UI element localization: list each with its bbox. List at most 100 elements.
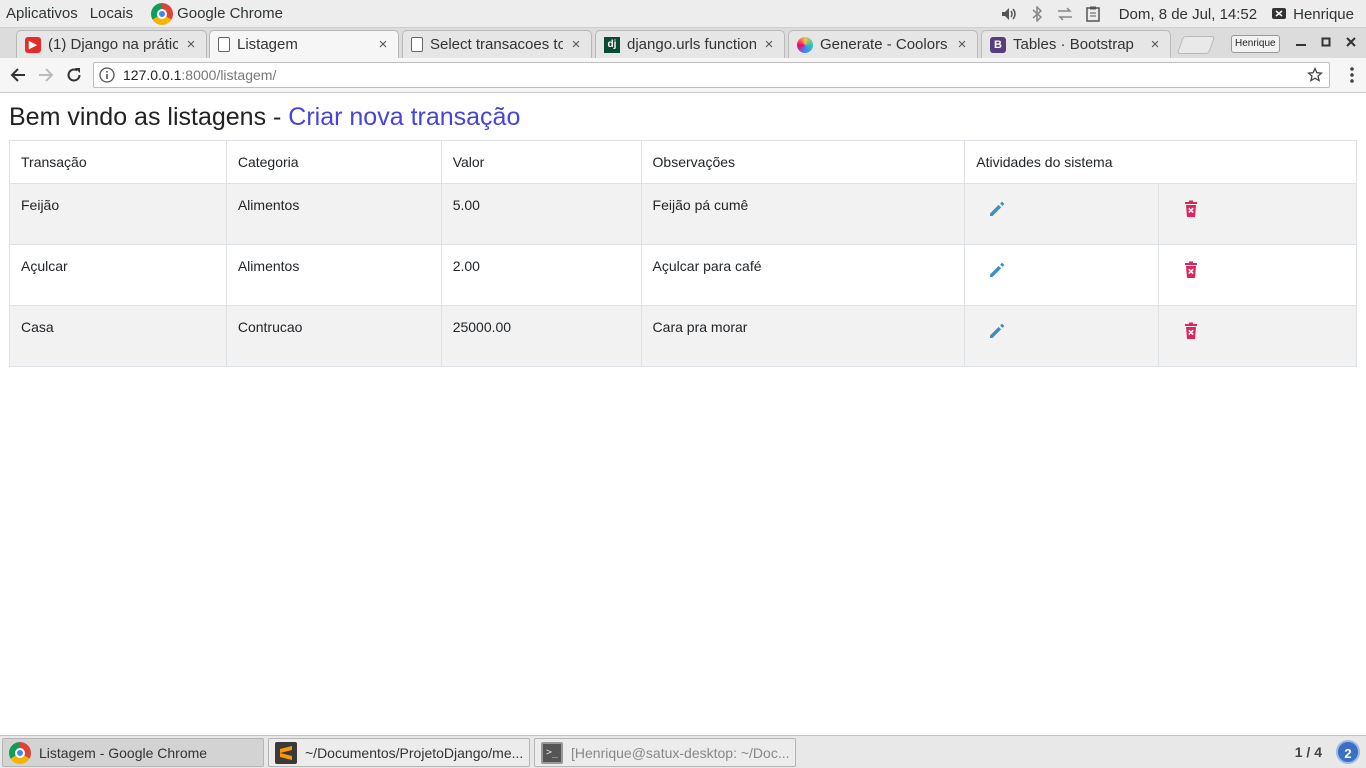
page-title-text: Bem vindo as listagens - (9, 103, 289, 131)
trash-icon[interactable] (1181, 199, 1201, 219)
tab-title: Tables · Bootstrap (1013, 36, 1134, 53)
youtube-icon: ▶ (25, 36, 41, 53)
table-row: Feijão Alimentos 5.00 Feijão pá cumê (9, 183, 1357, 245)
taskbar-item-sublime[interactable]: ~/Documentos/ProjetoDjango/me... (268, 738, 530, 767)
browser-toolbar: 127.0.0.1:8000/listagem/ (0, 58, 1366, 93)
taskbar-item-label: ~/Documentos/ProjetoDjango/me... (305, 744, 524, 761)
tab-youtube[interactable]: ▶ (1) Django na prátic × (16, 30, 207, 58)
cell-categoria: Alimentos (225, 244, 442, 306)
column-header-categoria: Categoria (225, 140, 442, 184)
url-host: 127.0.0.1 (123, 67, 182, 83)
tab-title: Generate - Coolors.c (820, 36, 949, 53)
pencil-icon[interactable] (987, 260, 1007, 280)
terminal-icon: >_ (541, 741, 563, 764)
cell-transacao: Açulcar (9, 244, 227, 306)
cell-edit (964, 305, 1160, 367)
page-content: Bem vindo as listagens - Criar nova tran… (0, 94, 1366, 735)
cell-transacao: Casa (9, 305, 227, 367)
cell-transacao: Feijão (9, 183, 227, 245)
volume-icon[interactable] (999, 6, 1019, 22)
url-path: :8000/listagem/ (181, 67, 277, 83)
tab-close-icon[interactable]: × (376, 36, 390, 53)
taskbar-item-label: Listagem - Google Chrome (39, 744, 208, 761)
tab-django-urls[interactable]: dj django.urls functions × (595, 30, 785, 58)
profile-chip[interactable]: Henrique (1231, 35, 1280, 53)
app-menu-label: Google Chrome (177, 5, 283, 22)
top-panel: Aplicativos Locais Google Chrome Dom, 8 … (0, 0, 1366, 28)
tab-close-icon[interactable]: × (184, 36, 198, 53)
cell-valor: 2.00 (440, 244, 642, 306)
column-header-valor: Valor (440, 140, 642, 184)
applications-menu[interactable]: Aplicativos (0, 0, 84, 28)
window-close-icon[interactable] (1342, 33, 1360, 51)
bootstrap-icon: B (990, 36, 1006, 53)
user-status-icon (1272, 8, 1287, 19)
workspace-indicator[interactable]: 1 / 4 (1295, 744, 1322, 760)
cell-categoria: Contrucao (225, 305, 442, 367)
tab-coolors[interactable]: Generate - Coolors.c × (788, 30, 978, 58)
app-menu[interactable]: Google Chrome (139, 0, 283, 28)
tab-title: Select transacoes to (430, 36, 563, 53)
cell-observacoes: Cara pra morar (640, 305, 966, 367)
clock[interactable]: Dom, 8 de Jul, 14:52 (1119, 6, 1257, 23)
tab-listagem[interactable]: Listagem × (209, 30, 399, 58)
tab-title: (1) Django na prátic (48, 36, 178, 53)
clipboard-icon[interactable] (1083, 6, 1103, 22)
pencil-icon[interactable] (987, 199, 1007, 219)
forward-arrow-icon[interactable] (34, 63, 58, 87)
tab-title: django.urls functions (627, 36, 756, 53)
cell-delete (1158, 305, 1357, 367)
cell-delete (1158, 183, 1357, 245)
pencil-icon[interactable] (987, 321, 1007, 341)
column-header-transacao: Transação (9, 140, 227, 184)
minimize-icon[interactable] (1292, 33, 1310, 51)
menu-kebab-icon[interactable] (1350, 67, 1354, 83)
info-icon[interactable] (99, 67, 115, 83)
table-header-row: Transação Categoria Valor Observações At… (9, 140, 1357, 184)
reload-icon[interactable] (62, 63, 86, 87)
cell-delete (1158, 244, 1357, 306)
cell-edit (964, 183, 1160, 245)
tab-close-icon[interactable]: × (1148, 36, 1162, 53)
document-icon (411, 37, 423, 52)
taskbar-item-chrome[interactable]: Listagem - Google Chrome (2, 738, 264, 767)
trash-icon[interactable] (1181, 321, 1201, 341)
places-menu[interactable]: Locais (84, 0, 139, 28)
cell-observacoes: Açulcar para café (640, 244, 966, 306)
bookmark-star-icon[interactable] (1307, 67, 1323, 83)
notification-badge[interactable]: 2 (1336, 740, 1360, 764)
chrome-icon (9, 741, 31, 764)
create-transaction-link[interactable]: Criar nova transação (288, 103, 520, 131)
tab-select-transacoes[interactable]: Select transacoes to × (402, 30, 592, 58)
trash-icon[interactable] (1181, 260, 1201, 280)
coolors-icon (797, 36, 813, 53)
taskbar: Listagem - Google Chrome ~/Documentos/Pr… (0, 735, 1366, 768)
tab-close-icon[interactable]: × (762, 36, 776, 53)
maximize-icon[interactable] (1317, 33, 1335, 51)
address-bar[interactable]: 127.0.0.1:8000/listagem/ (93, 62, 1330, 88)
network-icon[interactable] (1055, 6, 1075, 22)
cell-edit (964, 244, 1160, 306)
tab-close-icon[interactable]: × (569, 36, 583, 53)
cell-categoria: Alimentos (225, 183, 442, 245)
tab-close-icon[interactable]: × (955, 36, 969, 53)
bluetooth-icon[interactable] (1027, 6, 1047, 22)
taskbar-item-terminal[interactable]: >_ [Henrique@satux-desktop: ~/Doc... (534, 738, 796, 767)
user-menu[interactable]: Henrique (1271, 6, 1354, 23)
page-title: Bem vindo as listagens - Criar nova tran… (9, 103, 520, 132)
user-name-label: Henrique (1293, 5, 1354, 23)
tab-title: Listagem (237, 36, 298, 53)
new-tab-button[interactable] (1176, 36, 1216, 54)
cell-valor: 25000.00 (440, 305, 642, 367)
chrome-icon (151, 2, 174, 25)
transactions-table: Transação Categoria Valor Observações At… (9, 140, 1357, 367)
tab-bootstrap-tables[interactable]: B Tables · Bootstrap × (981, 30, 1171, 58)
table-row: Açulcar Alimentos 2.00 Açulcar para café (9, 244, 1357, 306)
django-icon: dj (604, 36, 620, 53)
cell-valor: 5.00 (440, 183, 642, 245)
table-row: Casa Contrucao 25000.00 Cara pra morar (9, 305, 1357, 367)
back-arrow-icon[interactable] (6, 63, 30, 87)
sublime-text-icon (275, 741, 297, 764)
document-icon (218, 37, 230, 52)
taskbar-item-label: [Henrique@satux-desktop: ~/Doc... (571, 744, 790, 761)
